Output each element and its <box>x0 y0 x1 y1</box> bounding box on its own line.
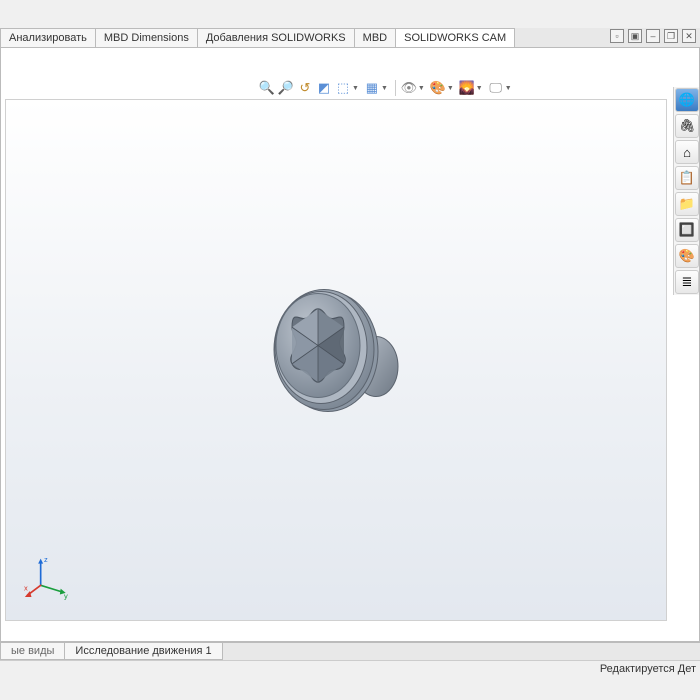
orientation-triad[interactable]: z y x <box>24 552 74 602</box>
scene-dd-icon[interactable]: ▼ <box>476 85 483 92</box>
axis-z-label: z <box>44 555 48 564</box>
ribbon-tab-solidworks-cam[interactable]: SOLIDWORKS CAM <box>395 28 515 47</box>
wc-restore-icon[interactable]: ❐ <box>664 29 678 43</box>
zoom-area-icon[interactable]: 🔎 <box>278 80 294 96</box>
display-style-icon[interactable]: ▦ <box>364 80 380 96</box>
prev-view-icon[interactable]: ↺ <box>297 80 313 96</box>
toolbar-separator <box>395 80 396 96</box>
axis-x-label: x <box>24 583 28 592</box>
model-tab-truncated[interactable]: ые виды <box>0 643 65 660</box>
view-settings-icon[interactable]: 🖵 <box>488 80 504 96</box>
motion-study-tab[interactable]: Исследование движения 1 <box>64 643 222 660</box>
document-frame: 🔍 🔎 ↺ ◩ ⬚ ▼ ▦ ▼ 👁 ▼ 🎨 ▼ 🌄 ▼ 🖵 ▼ <box>0 28 700 642</box>
view-palette-icon[interactable]: 🔲 <box>675 218 699 242</box>
view-settings-dd-icon[interactable]: ▼ <box>505 85 512 92</box>
scene-icon[interactable]: 🌄 <box>459 80 475 96</box>
globe-icon[interactable]: 🌐 <box>675 88 699 112</box>
display-style-dd-icon[interactable]: ▼ <box>381 85 388 92</box>
custom-props-icon[interactable]: ≣ <box>675 270 699 294</box>
ribbon-tab-mbd-dimensions[interactable]: MBD Dimensions <box>95 28 198 47</box>
folder-icon[interactable]: 📁 <box>675 192 699 216</box>
wc-collapse-icon[interactable]: ▫ <box>610 29 624 43</box>
model-tabs-bar: ые виды Исследование движения 1 <box>0 642 700 660</box>
status-bar: Редактируется Дет <box>0 660 700 676</box>
ribbon-tab-analyze[interactable]: Анализировать <box>0 28 96 47</box>
hide-show-dd-icon[interactable]: ▼ <box>418 85 425 92</box>
status-right-text: Редактируется Дет <box>600 663 696 675</box>
home-icon[interactable]: ⌂ <box>675 140 699 164</box>
torx-screw-model[interactable] <box>236 267 436 437</box>
appearance-icon[interactable]: 🎨 <box>430 80 446 96</box>
zoom-fit-icon[interactable]: 🔍 <box>259 80 275 96</box>
ribbon-tab-bar: Анализировать MBD Dimensions Добавления … <box>0 28 700 48</box>
heads-up-view-toolbar: 🔍 🔎 ↺ ◩ ⬚ ▼ ▦ ▼ 👁 ▼ 🎨 ▼ 🌄 ▼ 🖵 ▼ <box>259 77 514 99</box>
ribbon-tab-mbd[interactable]: MBD <box>354 28 396 47</box>
clipboard-icon[interactable]: 📋 <box>675 166 699 190</box>
wc-close-icon[interactable]: ✕ <box>682 29 696 43</box>
task-pane: 🌐 🖇 ⌂ 📋 📁 🔲 🎨 ≣ <box>673 87 699 295</box>
wc-minimize-icon[interactable]: – <box>646 29 660 43</box>
appearance-dd-icon[interactable]: ▼ <box>447 85 454 92</box>
ribbon-tab-solidworks-addins[interactable]: Добавления SOLIDWORKS <box>197 28 355 47</box>
section-view-icon[interactable]: ◩ <box>316 80 332 96</box>
link-icon[interactable]: 🖇 <box>675 114 699 138</box>
appearance-panel-icon[interactable]: 🎨 <box>675 244 699 268</box>
view-orientation-icon[interactable]: ⬚ <box>335 80 351 96</box>
hide-show-icon[interactable]: 👁 <box>401 80 417 96</box>
graphics-viewport[interactable]: z y x <box>5 99 667 621</box>
view-orientation-dd-icon[interactable]: ▼ <box>352 85 359 92</box>
window-controls: ▫ ▣ – ❐ ✕ <box>610 29 696 43</box>
wc-expand-icon[interactable]: ▣ <box>628 29 642 43</box>
axis-y-label: y <box>64 592 68 601</box>
